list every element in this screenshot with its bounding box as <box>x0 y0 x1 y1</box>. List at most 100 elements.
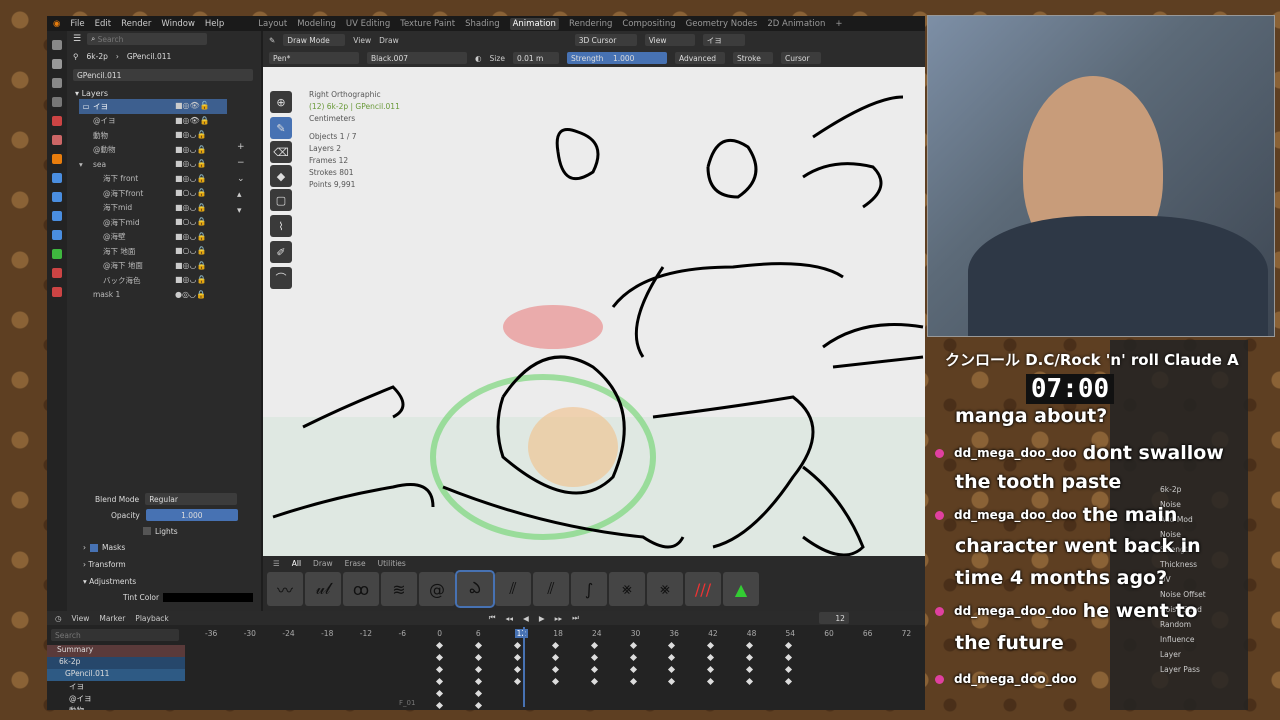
keyframe[interactable] <box>552 677 560 686</box>
brush-thumbnail[interactable]: ⫽ <box>533 572 569 606</box>
keyframe[interactable] <box>784 677 792 686</box>
size-field[interactable]: 0.01 m <box>512 52 559 64</box>
masks-panel[interactable]: › Masks <box>67 539 261 556</box>
keyframe[interactable] <box>474 701 482 710</box>
constraints-tab-icon[interactable] <box>52 230 62 240</box>
view-layer-tab-icon[interactable] <box>52 97 62 107</box>
keyframe[interactable] <box>629 641 637 650</box>
tool-tab-icon[interactable] <box>52 40 62 50</box>
keyframe[interactable] <box>668 677 676 686</box>
object-row[interactable]: 6k-2p <box>47 657 185 669</box>
object-tab-icon[interactable] <box>52 154 62 164</box>
summary-row[interactable]: Summary <box>47 645 185 657</box>
ws-layout[interactable]: Layout <box>258 19 287 29</box>
brush-thumbnail[interactable]: ⨳ <box>647 572 683 606</box>
keyframe[interactable] <box>552 665 560 674</box>
keyframe[interactable] <box>436 677 444 686</box>
keyframe[interactable] <box>745 665 753 674</box>
material-select[interactable]: Black.007 <box>367 52 467 64</box>
move-down-icon[interactable]: ▾ <box>237 203 251 219</box>
keyframe[interactable] <box>590 665 599 674</box>
brush-thumbnail[interactable]: ▲ <box>723 572 759 606</box>
shelf-tab-all[interactable]: All <box>292 559 301 568</box>
keyframe[interactable] <box>629 677 637 686</box>
adjustments-panel[interactable]: ▾ Adjustments <box>67 573 261 590</box>
cursor-tool-icon[interactable]: ⊕ <box>270 91 292 113</box>
editor-type-icon[interactable]: ☰ <box>73 34 81 44</box>
editor-type-icon[interactable]: ✎ <box>269 36 275 45</box>
tl-layer-row[interactable]: イヨ <box>47 681 185 693</box>
keyframe[interactable] <box>513 641 521 650</box>
color-mode-icon[interactable]: ◐ <box>475 54 482 63</box>
ws-rendering[interactable]: Rendering <box>569 19 612 29</box>
tl-layer-row[interactable]: @イヨ <box>47 693 185 705</box>
menu-render[interactable]: Render <box>121 19 151 29</box>
keyframe[interactable] <box>513 665 521 674</box>
brush-thumbnail[interactable]: ⫽ <box>495 572 531 606</box>
keyframe[interactable] <box>590 677 599 686</box>
brush-thumbnail[interactable]: ∫ <box>571 572 607 606</box>
transform-panel[interactable]: › Transform <box>67 556 261 573</box>
cursor-dropdown[interactable]: Cursor <box>780 52 821 64</box>
keyframe[interactable] <box>629 665 637 674</box>
effects-tab-icon[interactable] <box>52 192 62 202</box>
data-tab-icon[interactable] <box>52 249 62 259</box>
fill-tool-icon[interactable]: ◆ <box>270 165 292 187</box>
lights-checkbox[interactable] <box>143 527 151 535</box>
brush-thumbnail[interactable]: ⨳ <box>609 572 645 606</box>
keyframe[interactable] <box>552 653 560 662</box>
physics-tab-icon[interactable] <box>52 211 62 221</box>
scene-tab-icon[interactable] <box>52 116 62 126</box>
keyframe[interactable] <box>513 653 521 662</box>
draw-menu[interactable]: Draw <box>379 36 399 45</box>
play-icon[interactable]: ▶ <box>539 614 545 623</box>
keyframe[interactable] <box>436 701 444 710</box>
play-reverse-icon[interactable]: ◀ <box>523 614 529 623</box>
brush-select[interactable]: Pen* <box>269 52 359 64</box>
ws-modeling[interactable]: Modeling <box>297 19 336 29</box>
ws-geonodes[interactable]: Geometry Nodes <box>686 19 758 29</box>
properties-search[interactable]: ⌕ Search <box>87 33 208 45</box>
ws-texture[interactable]: Texture Paint <box>400 19 455 29</box>
ws-2danim[interactable]: 2D Animation <box>767 19 825 29</box>
keyframe[interactable] <box>474 665 482 674</box>
keyframe[interactable] <box>745 641 753 650</box>
keyframe[interactable] <box>474 653 482 662</box>
remove-layer-icon[interactable]: − <box>237 155 251 171</box>
tl-view-menu[interactable]: View <box>72 614 90 623</box>
current-frame-field[interactable]: 12 <box>818 612 849 624</box>
jump-start-icon[interactable]: ⏮ <box>489 613 496 623</box>
pin-icon[interactable]: ⚲ <box>73 52 79 61</box>
keyframe[interactable] <box>474 677 482 686</box>
menu-edit[interactable]: Edit <box>95 19 111 29</box>
shelf-menu-icon[interactable]: ☰ <box>273 559 280 568</box>
keyframe[interactable] <box>436 641 444 650</box>
playhead[interactable] <box>523 627 525 707</box>
keyframe[interactable] <box>707 641 715 650</box>
layer-menu-icon[interactable]: ⌄ <box>237 171 251 187</box>
ws-uv[interactable]: UV Editing <box>346 19 390 29</box>
ws-animation[interactable]: Animation <box>509 17 559 30</box>
keyframe[interactable] <box>629 653 637 662</box>
cursor-select[interactable]: 3D Cursor <box>574 34 637 46</box>
move-up-icon[interactable]: ▴ <box>237 187 251 203</box>
shelf-tab-erase[interactable]: Erase <box>345 559 366 568</box>
material-tab-icon[interactable] <box>52 268 62 278</box>
brush-thumbnail[interactable]: ≋ <box>381 572 417 606</box>
shelf-tab-draw[interactable]: Draw <box>313 559 333 568</box>
keyframe[interactable] <box>784 665 792 674</box>
blender-logo-icon[interactable]: ◉ <box>53 19 60 29</box>
keyframe[interactable] <box>474 689 482 698</box>
menu-help[interactable]: Help <box>205 19 224 29</box>
keyframe[interactable] <box>745 677 753 686</box>
keyframe[interactable] <box>436 665 444 674</box>
keyframe[interactable] <box>668 665 676 674</box>
draw-tool-icon[interactable]: ✎ <box>270 117 292 139</box>
ws-compositing[interactable]: Compositing <box>622 19 675 29</box>
eyedropper-tool-icon[interactable]: ✐ <box>270 241 292 263</box>
prev-key-icon[interactable]: ◂◂ <box>506 614 514 623</box>
keyframe[interactable] <box>784 641 792 650</box>
render-tab-icon[interactable] <box>52 59 62 69</box>
ws-shading[interactable]: Shading <box>465 19 500 29</box>
shelf-tab-utilities[interactable]: Utilities <box>378 559 406 568</box>
